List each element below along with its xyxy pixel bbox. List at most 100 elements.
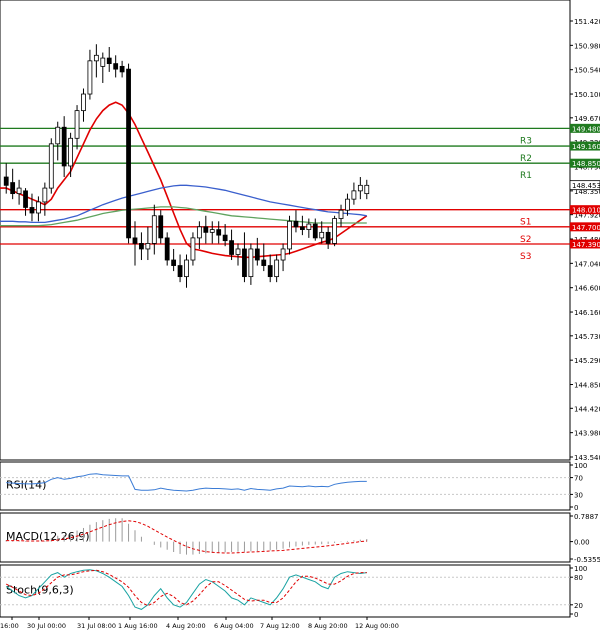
bull-candle	[81, 93, 86, 112]
bear-candle	[171, 259, 177, 266]
bear-candle	[126, 68, 131, 239]
bear-candle	[293, 220, 299, 228]
level-price-tag-text: 147.700	[572, 224, 600, 232]
macd-panel-tick-label: 0.00	[574, 539, 590, 547]
bull-candle	[16, 187, 22, 195]
bear-candle	[139, 243, 144, 250]
bull-candle	[151, 215, 157, 244]
bull-candle	[36, 201, 41, 214]
time-tick-label: 31 Jul 08:00	[77, 622, 116, 630]
time-tick-label: 16:00	[0, 622, 19, 630]
bull-candle	[100, 57, 106, 67]
stoch-panel-title: Stoch(9,6,3)	[6, 584, 74, 597]
price-tick-label: 150.980	[574, 42, 600, 50]
current-price-text: 148.453	[572, 182, 600, 190]
price-tick-label: 144.850	[574, 382, 600, 390]
bull-candle	[235, 248, 241, 255]
bear-candle	[23, 190, 28, 208]
bear-candle	[203, 226, 209, 233]
time-tick-label: 1 Aug 16:00	[118, 622, 158, 630]
bull-candle	[280, 248, 286, 261]
bull-candle	[55, 126, 61, 145]
bear-candle	[164, 237, 170, 261]
macd-panel-tick-label: -0.5355	[574, 556, 600, 564]
rsi-panel-tick-label: 70	[574, 475, 583, 483]
price-tick-label: 145.730	[574, 333, 600, 341]
bear-candle	[61, 126, 67, 167]
rsi-panel-tick-label: 0	[574, 504, 578, 512]
bear-candle	[158, 215, 164, 239]
bear-candle	[216, 229, 222, 236]
bull-candle	[190, 237, 196, 261]
chart-root: 151.420150.980150.540150.100149.670149.2…	[0, 0, 600, 634]
level-price-tag-text: 149.480	[572, 125, 600, 133]
bull-candle	[93, 54, 99, 62]
bear-candle	[29, 207, 35, 214]
stoch-panel-tick-label: 100	[574, 565, 587, 573]
bull-candle	[319, 231, 325, 239]
bear-candle	[119, 65, 125, 73]
level-label-s2: S2	[520, 235, 531, 245]
bull-candle	[42, 187, 48, 203]
stoch-panel-tick-label: 0	[574, 611, 578, 619]
price-tick-label: 149.670	[574, 115, 600, 123]
bear-candle	[254, 248, 260, 261]
bear-candle	[132, 237, 138, 244]
level-label-r3: R3	[520, 136, 532, 146]
price-tick-label: 146.600	[574, 285, 600, 293]
price-tick-label: 146.160	[574, 309, 600, 317]
level-price-tag-text: 149.160	[572, 143, 600, 151]
bear-candle	[299, 226, 305, 230]
bull-candle	[364, 184, 370, 195]
price-tick-label: 145.290	[574, 357, 600, 365]
level-price-tag-text: 148.850	[572, 160, 600, 168]
time-tick-label: 30 Jul 00:00	[27, 622, 66, 630]
stoch-panel-tick-label: 80	[574, 574, 583, 582]
time-tick-label: 4 Aug 20:00	[166, 622, 206, 630]
bear-candle	[3, 176, 9, 186]
price-tick-label: 143.980	[574, 430, 600, 438]
bear-candle	[267, 265, 273, 278]
level-label-r2: R2	[520, 154, 532, 164]
bull-candle	[306, 223, 312, 230]
bear-candle	[113, 63, 119, 70]
bull-candle	[345, 198, 350, 211]
price-tick-label: 143.540	[574, 454, 600, 462]
bull-candle	[209, 229, 215, 233]
rsi-panel-tick-label: 100	[574, 462, 587, 470]
bear-candle	[229, 240, 234, 255]
bull-candle	[332, 218, 337, 244]
level-label-s3: S3	[520, 252, 531, 262]
bear-candle	[261, 259, 267, 266]
stoch-panel-tick-label: 20	[574, 602, 583, 610]
bull-candle	[48, 143, 54, 189]
bull-candle	[145, 243, 151, 250]
bull-candle	[274, 259, 280, 278]
bull-candle	[338, 209, 344, 219]
bull-candle	[351, 190, 357, 200]
price-tick-label: 151.420	[574, 18, 600, 26]
price-tick-label: 144.420	[574, 405, 600, 413]
bull-candle	[248, 248, 254, 278]
bear-candle	[10, 182, 16, 195]
macd-panel-tick-label: 0.7887	[574, 513, 599, 521]
bear-candle	[177, 265, 183, 278]
bull-candle	[357, 184, 363, 192]
bull-candle	[87, 60, 93, 95]
bear-candle	[242, 248, 247, 278]
bull-candle	[68, 137, 74, 167]
bull-candle	[74, 110, 80, 139]
time-tick-label: 8 Aug 20:00	[308, 622, 348, 630]
time-tick-label: 12 Aug 00:00	[355, 622, 399, 630]
bear-candle	[312, 223, 318, 239]
price-tick-label: 147.040	[574, 260, 600, 268]
bear-candle	[222, 234, 228, 242]
time-tick-label: 7 Aug 12:00	[260, 622, 300, 630]
time-tick-label: 6 Aug 04:00	[214, 622, 254, 630]
bear-candle	[106, 57, 112, 65]
level-label-s1: S1	[520, 218, 531, 228]
rsi-panel-tick-label: 30	[574, 491, 583, 499]
rsi-panel-title: RSI(14)	[6, 478, 46, 491]
bull-candle	[196, 226, 202, 239]
bull-candle	[184, 259, 189, 278]
